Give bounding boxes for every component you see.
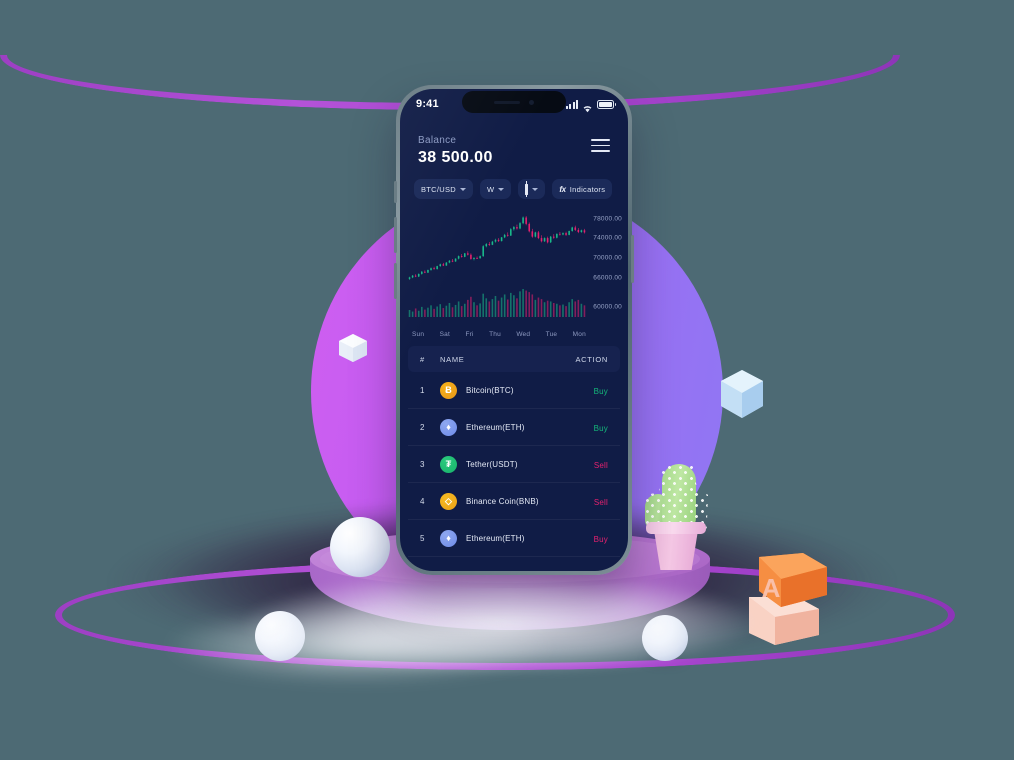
status-bar: 9:41 — [400, 89, 628, 119]
x-tick-label: Thu — [489, 331, 501, 338]
y-tick-label: 70000.00 — [593, 254, 622, 262]
mute-switch[interactable] — [394, 181, 397, 203]
signal-bars-icon — [565, 99, 578, 109]
speaker-grille — [494, 100, 520, 104]
action-button[interactable]: Buy — [594, 387, 608, 396]
coin-name: Ethereum(ETH) — [466, 533, 525, 543]
wifi-icon — [582, 100, 593, 112]
phone-screen: 9:41 Balance 38 500.00 BTC/USD W fx Indi… — [400, 89, 628, 571]
x-tick-label: Sat — [439, 331, 450, 338]
chart-toolbar: BTC/USD W fx Indicators — [400, 167, 628, 199]
action-button[interactable]: Sell — [594, 498, 608, 507]
coin-icon: ♦ — [440, 418, 457, 436]
chart-y-axis: 78000.00 74000.00 70000.00 66000.00 60000.00 — [576, 209, 622, 317]
table-row[interactable]: 3 ₮ Tether(USDT) Sell — [408, 446, 620, 483]
candlestick-icon — [525, 181, 529, 197]
column-header-name: NAME — [440, 354, 465, 364]
table-row[interactable]: 1 Ƀ Bitcoin(BTC) Buy — [408, 372, 620, 409]
notch — [462, 91, 566, 113]
coin-icon: ₮ — [440, 455, 457, 473]
chevron-down-icon — [532, 187, 539, 191]
coin-name: Binance Coin(BNB) — [466, 496, 539, 506]
action-button[interactable]: Buy — [594, 424, 608, 433]
chart-x-axis: Sun Sat Fri Thu Wed Tue Mon — [400, 327, 628, 338]
coin-icon: ◇ — [440, 492, 457, 510]
indicators-button[interactable]: fx Indicators — [552, 179, 613, 199]
balance-value: 38 500.00 — [418, 149, 493, 166]
x-tick-label: Wed — [516, 331, 531, 338]
indicators-label: Indicators — [569, 184, 606, 194]
table-header: # NAME ACTION — [408, 346, 620, 372]
column-header-action: ACTION — [575, 354, 608, 364]
action-button[interactable]: Sell — [594, 461, 608, 470]
coin-icon: Ƀ — [440, 381, 457, 399]
interval-label: W — [487, 184, 495, 194]
white-cube-icon — [337, 332, 369, 364]
status-time: 9:41 — [416, 98, 439, 110]
blue-cube-icon — [718, 368, 766, 420]
y-tick-label: 74000.00 — [593, 234, 622, 242]
hamburger-menu-icon[interactable] — [591, 135, 610, 152]
cactus-plant — [636, 456, 714, 570]
row-index: 3 — [420, 459, 425, 469]
x-tick-label: Mon — [572, 331, 586, 338]
chevron-down-icon — [498, 187, 505, 191]
action-button[interactable]: Buy — [594, 535, 608, 544]
y-tick-label: 66000.00 — [593, 274, 622, 282]
coin-name: Tether(USDT) — [466, 459, 518, 469]
row-index: 5 — [420, 533, 425, 543]
floor-mist-left — [80, 590, 640, 700]
column-header-num: # — [420, 354, 425, 364]
x-tick-label: Tue — [545, 331, 558, 338]
coin-name: Bitcoin(BTC) — [466, 385, 514, 395]
chart-type-selector[interactable] — [518, 179, 546, 199]
x-tick-label: Sun — [412, 331, 425, 338]
x-tick-label: Fri — [465, 331, 474, 338]
hero-illustration: A 9:41 — [0, 0, 1014, 760]
row-index: 1 — [420, 385, 425, 395]
chevron-down-icon — [460, 187, 467, 191]
coin-list: 1 Ƀ Bitcoin(BTC) Buy 2 ♦ Ethereum(ETH) Buy 3 ₮ Tet… — [400, 372, 628, 557]
balance-header: Balance 38 500.00 — [400, 119, 628, 167]
table-row[interactable]: 4 ◇ Binance Coin(BNB) Sell — [408, 483, 620, 520]
table-row[interactable]: 2 ♦ Ethereum(ETH) Buy — [408, 409, 620, 446]
status-icons — [565, 99, 616, 112]
balance-label: Balance — [418, 135, 457, 146]
volume-down-button[interactable] — [394, 263, 397, 299]
phone-mockup: 9:41 Balance 38 500.00 BTC/USD W fx Indi… — [394, 85, 634, 575]
front-camera — [529, 99, 534, 105]
power-button[interactable] — [631, 235, 634, 283]
table-row[interactable]: 5 ♦ Ethereum(ETH) Buy — [408, 520, 620, 557]
y-tick-label: 78000.00 — [593, 215, 622, 223]
row-index: 4 — [420, 496, 425, 506]
coin-name: Ethereum(ETH) — [466, 422, 525, 432]
pair-selector[interactable]: BTC/USD — [414, 179, 474, 199]
volume-up-button[interactable] — [394, 217, 397, 253]
fx-icon: fx — [559, 184, 566, 194]
interval-selector[interactable]: W — [480, 179, 512, 199]
y-tick-label: 60000.00 — [593, 303, 622, 311]
coin-icon: ♦ — [440, 529, 457, 547]
pair-label: BTC/USD — [421, 184, 457, 194]
row-index: 2 — [420, 422, 425, 432]
battery-icon — [597, 99, 616, 109]
price-chart[interactable]: 78000.00 74000.00 70000.00 66000.00 60000.00 — [400, 209, 628, 327]
